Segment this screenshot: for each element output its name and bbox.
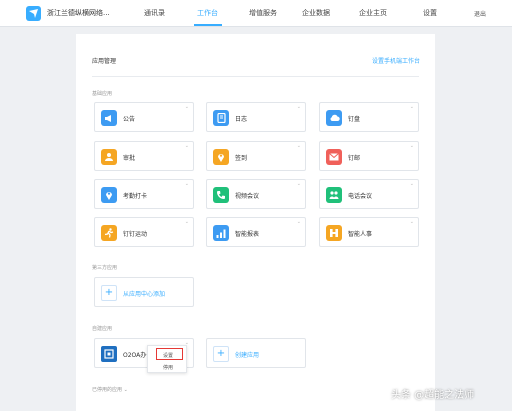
add-from-app-center-button[interactable]: + 从应用中心添加 <box>94 277 194 307</box>
app-tile-smart-hr[interactable]: 智能人事 ⌄ <box>319 217 419 247</box>
app-name: 钉盘 <box>348 116 361 123</box>
app-logo-icon <box>101 346 117 362</box>
app-tile-mail[interactable]: 钉邮 ⌄ <box>319 141 419 171</box>
chevron-down-icon[interactable]: ⌄ <box>410 220 414 225</box>
chevron-down-icon[interactable]: ⌄ <box>297 144 301 149</box>
nav-value-added-services[interactable]: 增值服务 <box>249 8 277 18</box>
company-name[interactable]: 浙江兰德纵横网络... <box>47 8 110 18</box>
section-label-disabled[interactable]: 已停用的应用 ⌄ <box>92 386 128 393</box>
app-name: 钉钉运动 <box>123 231 148 238</box>
bar-chart-icon <box>213 225 229 241</box>
app-name: 钉邮 <box>348 155 361 162</box>
app-tile-cloud-drive[interactable]: 钉盘 ⌄ <box>319 102 419 132</box>
panel-divider <box>92 76 419 77</box>
nav-enterprise-homepage[interactable]: 企业主页 <box>359 8 387 18</box>
section-label-builtin: 基础应用 <box>92 91 113 97</box>
app-name: 智能报表 <box>235 231 260 238</box>
chevron-down-icon[interactable]: ⌄ <box>297 182 301 187</box>
chevron-down-icon[interactable]: ⌄ <box>410 182 414 187</box>
app-tile-approval[interactable]: 审批 ⌄ <box>94 141 194 171</box>
app-tile-phone-conference[interactable]: 电话会议 ⌄ <box>319 179 419 209</box>
app-tile-check-in[interactable]: 签到 ⌄ <box>206 141 306 171</box>
logout-link[interactable]: 退出 <box>474 9 486 18</box>
app-tile-sports[interactable]: 钉钉运动 ⌄ <box>94 217 194 247</box>
chevron-down-icon[interactable]: ⌄ <box>410 105 414 110</box>
nav-workbench[interactable]: 工作台 <box>197 8 218 18</box>
clock-in-icon <box>101 187 117 203</box>
section-label-self-built: 自建应用 <box>92 326 113 332</box>
app-name: 智能人事 <box>348 231 373 238</box>
app-name: 日志 <box>235 116 248 123</box>
chevron-down-icon[interactable]: ⌄ <box>410 144 414 149</box>
chevron-down-icon[interactable]: ⌄ <box>185 220 189 225</box>
panel-title: 应用管理 <box>92 58 117 65</box>
app-tile-video-meeting[interactable]: 视频会议 ⌄ <box>206 179 306 209</box>
video-call-icon <box>213 187 229 203</box>
location-pin-icon <box>213 149 229 165</box>
add-tile-label: 创建应用 <box>235 352 260 359</box>
app-name: 审批 <box>123 155 136 162</box>
app-name: 电话会议 <box>348 193 373 200</box>
chevron-down-icon[interactable]: ⌄ <box>185 105 189 110</box>
app-tile-smart-report[interactable]: 智能报表 ⌄ <box>206 217 306 247</box>
plus-icon: + <box>213 346 229 362</box>
app-name: 视频会议 <box>235 193 260 200</box>
log-icon <box>213 110 229 126</box>
approval-icon <box>101 149 117 165</box>
app-name: 公告 <box>123 116 136 123</box>
app-name: 考勤打卡 <box>123 193 148 200</box>
mail-icon <box>326 149 342 165</box>
phone-conference-icon <box>326 187 342 203</box>
app-tile-log[interactable]: 日志 ⌄ <box>206 102 306 132</box>
plus-icon: + <box>101 285 117 301</box>
runner-icon <box>101 225 117 241</box>
nav-enterprise-data[interactable]: 企业数据 <box>302 8 330 18</box>
chevron-down-icon[interactable]: ⌄ <box>185 182 189 187</box>
create-app-button[interactable]: + 创建应用 <box>206 338 306 368</box>
dropdown-item-disable[interactable]: 停用 <box>148 364 188 371</box>
hr-icon <box>326 225 342 241</box>
app-name: 签到 <box>235 155 248 162</box>
app-tile-attendance[interactable]: 考勤打卡 ⌄ <box>94 179 194 209</box>
highlight-box <box>156 348 183 360</box>
chevron-down-icon[interactable]: ⌄ <box>297 220 301 225</box>
active-tab-indicator <box>194 24 222 26</box>
cloud-icon <box>326 110 342 126</box>
nav-settings[interactable]: 设置 <box>423 8 437 18</box>
add-tile-label: 从应用中心添加 <box>123 291 166 298</box>
chevron-down-icon[interactable]: ⌄ <box>185 144 189 149</box>
nav-contacts[interactable]: 通讯录 <box>144 8 165 18</box>
megaphone-icon <box>101 110 117 126</box>
top-navigation-bar: 浙江兰德纵横网络... 通讯录 工作台 增值服务 企业数据 企业主页 设置 退出 <box>0 0 512 27</box>
watermark-text: 头条 @超能之法师 <box>391 390 475 401</box>
chevron-down-icon[interactable]: ⌄ <box>297 105 301 110</box>
section-label-third-party: 第三方应用 <box>92 265 118 271</box>
app-tile-announcement[interactable]: 公告 ⌄ <box>94 102 194 132</box>
mobile-workbench-settings-link[interactable]: 设置手机端工作台 <box>372 56 420 65</box>
dingtalk-logo-icon[interactable] <box>26 6 41 21</box>
